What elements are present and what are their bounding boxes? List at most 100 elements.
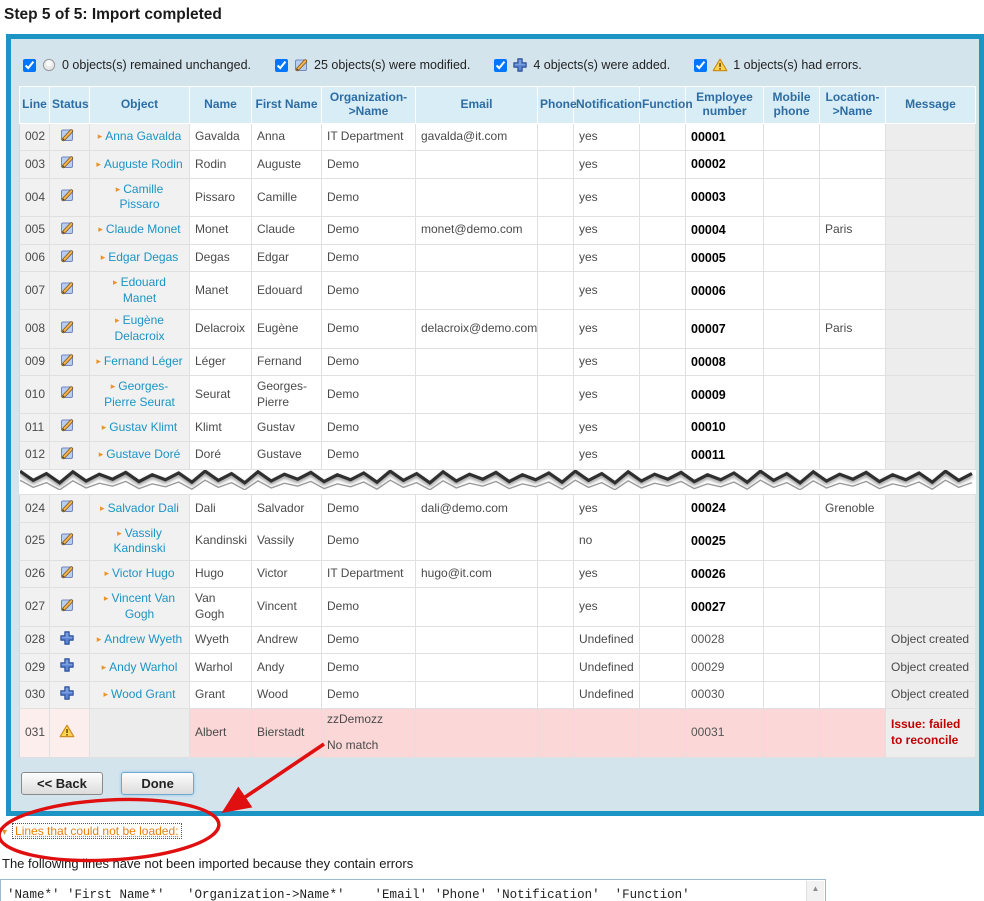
cell-object: ▸Edouard Manet bbox=[90, 272, 190, 310]
table-row: 007▸Edouard ManetManetEdouardDemoyes0000… bbox=[20, 272, 976, 310]
cell-notification: yes bbox=[574, 216, 640, 244]
cell-object: ▸Salvador Dali bbox=[90, 495, 190, 523]
cell-organization: Demo bbox=[322, 216, 416, 244]
cell-function bbox=[640, 151, 686, 179]
object-link[interactable]: Vincent Van Gogh bbox=[111, 591, 175, 621]
object-link[interactable]: Anna Gavalda bbox=[105, 129, 181, 143]
cell-mobile-phone bbox=[764, 560, 820, 588]
cell-location bbox=[820, 272, 886, 310]
cell-function bbox=[640, 522, 686, 560]
object-link[interactable]: Edgar Degas bbox=[108, 250, 178, 264]
object-link[interactable]: Eugène Delacroix bbox=[114, 313, 164, 343]
cell-employee-number: 00005 bbox=[686, 244, 764, 272]
cell-notification: yes bbox=[574, 123, 640, 151]
object-link[interactable]: Auguste Rodin bbox=[104, 157, 183, 171]
cell-notification: yes bbox=[574, 178, 640, 216]
summary-checkbox[interactable] bbox=[275, 59, 288, 72]
torn-page-divider bbox=[20, 469, 976, 495]
cell-location bbox=[820, 560, 886, 588]
cell-phone bbox=[538, 348, 574, 376]
summary-item: 25 objects(s) were modified. bbox=[275, 57, 470, 73]
cell-name: Manet bbox=[190, 272, 252, 310]
cell-notification: Undefined bbox=[574, 681, 640, 709]
cell-email bbox=[416, 588, 538, 626]
object-link[interactable]: Wood Grant bbox=[111, 687, 175, 701]
object-link[interactable]: Salvador Dali bbox=[108, 501, 179, 515]
table-row: 011▸Gustav KlimtKlimtGustavDemoyes00010 bbox=[20, 414, 976, 442]
cell-location bbox=[820, 151, 886, 179]
cell-line: 011 bbox=[20, 414, 50, 442]
scroll-up-icon[interactable]: ▲ bbox=[807, 881, 824, 897]
cell-organization: Demo bbox=[322, 681, 416, 709]
cell-mobile-phone bbox=[764, 681, 820, 709]
object-link[interactable]: Camille Pissaro bbox=[119, 182, 163, 212]
cell-function bbox=[640, 348, 686, 376]
cell-first-name: Gustave bbox=[252, 441, 322, 469]
done-button[interactable]: Done bbox=[121, 772, 194, 795]
pencil-icon bbox=[59, 531, 75, 547]
cell-location: Paris bbox=[820, 216, 886, 244]
summary-checkbox[interactable] bbox=[694, 59, 707, 72]
pencil-icon bbox=[59, 154, 75, 170]
cell-message bbox=[886, 244, 976, 272]
cell-email: gavalda@it.com bbox=[416, 123, 538, 151]
pencil-icon bbox=[59, 352, 75, 368]
object-link[interactable]: Andy Warhol bbox=[109, 660, 177, 674]
cell-status bbox=[50, 310, 90, 348]
cell-organization: Demo bbox=[322, 244, 416, 272]
cell-mobile-phone bbox=[764, 414, 820, 442]
column-header: Location->Name bbox=[820, 87, 886, 124]
back-button[interactable]: << Back bbox=[21, 772, 103, 795]
cell-message bbox=[886, 441, 976, 469]
cell-employee-number: 00028 bbox=[686, 626, 764, 654]
cell-phone bbox=[538, 414, 574, 442]
cell-first-name: Andy bbox=[252, 654, 322, 682]
cell-email bbox=[416, 522, 538, 560]
cell-phone bbox=[538, 681, 574, 709]
summary-checkbox[interactable] bbox=[23, 59, 36, 72]
bullet-icon: ▸ bbox=[103, 689, 108, 699]
cell-line: 012 bbox=[20, 441, 50, 469]
textarea-scrollbar[interactable]: ▲ bbox=[806, 881, 824, 901]
bullet-icon: ▸ bbox=[116, 184, 121, 194]
object-link[interactable]: Edouard Manet bbox=[121, 275, 166, 305]
collapse-triangle-icon[interactable]: ▾ bbox=[2, 827, 7, 838]
cell-mobile-phone bbox=[764, 310, 820, 348]
cell-object: ▸Wood Grant bbox=[90, 681, 190, 709]
object-link[interactable]: Andrew Wyeth bbox=[104, 632, 182, 646]
cell-function bbox=[640, 376, 686, 414]
cell-phone bbox=[538, 376, 574, 414]
object-link[interactable]: Fernand Léger bbox=[104, 354, 183, 368]
cell-status bbox=[50, 272, 90, 310]
cell-email bbox=[416, 681, 538, 709]
cell-status bbox=[50, 414, 90, 442]
cell-object: ▸Andrew Wyeth bbox=[90, 626, 190, 654]
cell-first-name: Gustav bbox=[252, 414, 322, 442]
summary-checkbox[interactable] bbox=[494, 59, 507, 72]
cell-message bbox=[886, 414, 976, 442]
object-link[interactable]: Gustave Doré bbox=[106, 447, 180, 461]
cell-organization: Demo bbox=[322, 654, 416, 682]
cell-organization: zzDemozzNo match bbox=[322, 709, 416, 757]
cell-location bbox=[820, 414, 886, 442]
object-link[interactable]: Gustav Klimt bbox=[109, 420, 177, 434]
cell-email bbox=[416, 414, 538, 442]
object-link[interactable]: Claude Monet bbox=[106, 222, 181, 236]
cell-location bbox=[820, 588, 886, 626]
column-header: Organization->Name bbox=[322, 87, 416, 124]
cell-name: Klimt bbox=[190, 414, 252, 442]
cell-organization: Demo bbox=[322, 441, 416, 469]
object-link[interactable]: Victor Hugo bbox=[112, 566, 174, 580]
cell-line: 005 bbox=[20, 216, 50, 244]
cell-object: ▸Vassily Kandinski bbox=[90, 522, 190, 560]
cell-function bbox=[640, 216, 686, 244]
cell-function bbox=[640, 654, 686, 682]
table-row: 008▸Eugène DelacroixDelacroixEugèneDemod… bbox=[20, 310, 976, 348]
cell-status bbox=[50, 709, 90, 757]
column-header: Object bbox=[90, 87, 190, 124]
bullet-icon: ▸ bbox=[96, 356, 101, 366]
lines-not-loaded-link[interactable]: Lines that could not be loaded: bbox=[12, 823, 181, 839]
cell-line: 030 bbox=[20, 681, 50, 709]
cell-mobile-phone bbox=[764, 626, 820, 654]
summary-item: 4 objects(s) were added. bbox=[494, 57, 670, 73]
